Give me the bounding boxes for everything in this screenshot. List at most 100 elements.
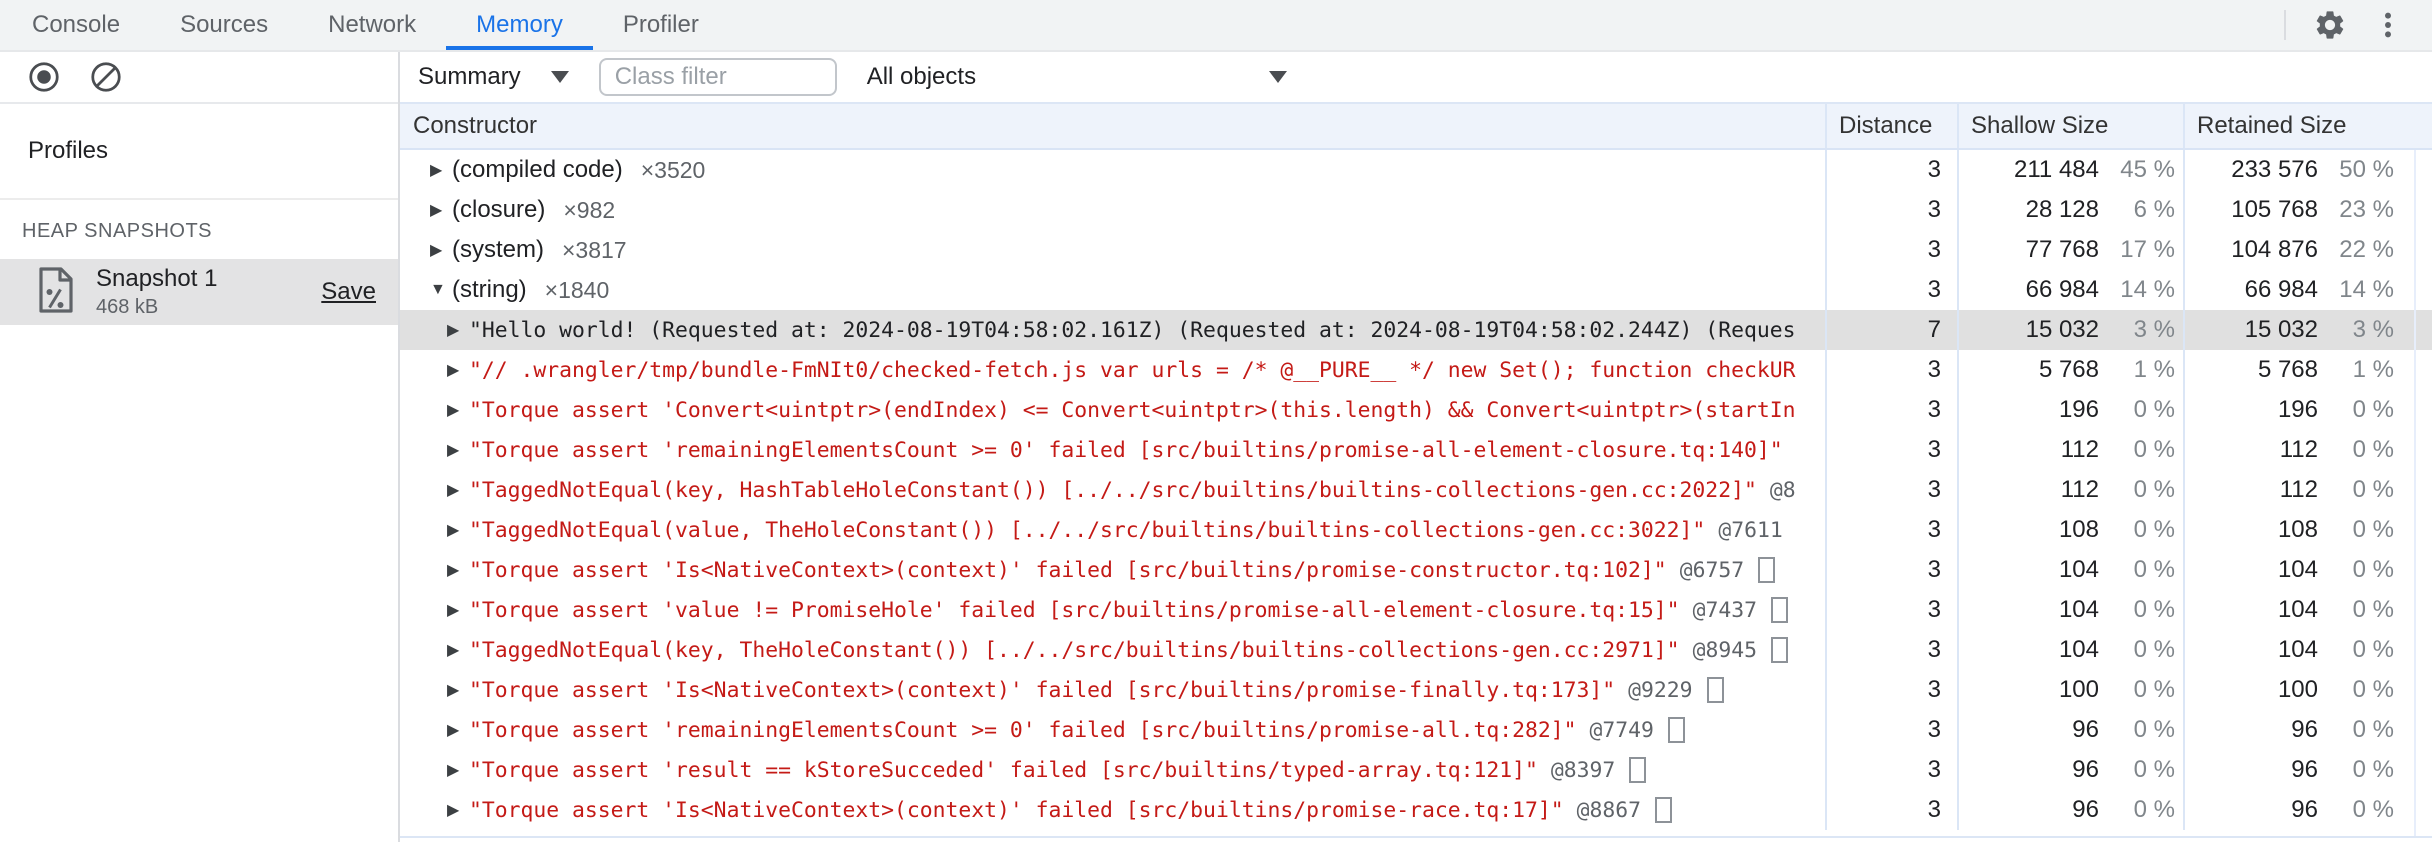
- disclosure-collapsed-icon[interactable]: ▶: [430, 240, 452, 260]
- size-percent: 3 %: [2133, 316, 2175, 343]
- tab-memory[interactable]: Memory: [446, 0, 593, 50]
- size-value: 66 984: [2244, 276, 2318, 303]
- size-percent: 0 %: [2352, 636, 2394, 663]
- perspective-select[interactable]: Summary: [418, 63, 569, 91]
- disclosure-collapsed-icon[interactable]: ▶: [447, 680, 469, 700]
- size-percent: 0 %: [2133, 476, 2175, 503]
- constructor-cell: ▶ (closure) ×982: [400, 190, 1825, 230]
- shallow-size-cell: 96 0 %: [1957, 790, 2183, 830]
- column-header-distance[interactable]: Distance: [1825, 104, 1957, 148]
- table-row[interactable]: ▶ "Torque assert 'Is<NativeContext>(conte…: [400, 550, 2432, 590]
- constructor-group-name: (system): [452, 236, 544, 263]
- string-value: "// .wrangler/tmp/bundle-FmNIt0/checked-…: [469, 357, 1796, 383]
- constructor-cell: ▶ "Torque assert 'Is<NativeContext>(conte…: [400, 550, 1825, 590]
- size-percent: 17 %: [2120, 236, 2175, 263]
- tab-profiler[interactable]: Profiler: [593, 0, 729, 50]
- table-row[interactable]: ▶ "// .wrangler/tmp/bundle-FmNIt0/checked…: [400, 350, 2432, 390]
- size-percent: 23 %: [2339, 196, 2394, 223]
- sidebar-toolbar: [0, 52, 398, 104]
- column-header-shallow-size[interactable]: Shallow Size: [1957, 104, 2183, 148]
- table-row[interactable]: ▶ "Torque assert 'Is<NativeContext>(conte…: [400, 790, 2432, 830]
- size-percent: 0 %: [2352, 516, 2394, 543]
- table-row[interactable]: ▶ (compiled code) ×3520 3 211 484 45 % 233 576…: [400, 150, 2432, 190]
- table-row[interactable]: ▶ "TaggedNotEqual(value, TheHoleConstant(…: [400, 510, 2432, 550]
- tab-network[interactable]: Network: [298, 0, 446, 50]
- column-header-retained-size[interactable]: Retained Size: [2183, 104, 2432, 148]
- size-value: 100: [2277, 676, 2318, 703]
- size-percent: 0 %: [2352, 396, 2394, 423]
- disclosure-collapsed-icon[interactable]: ▶: [447, 480, 469, 500]
- disclosure-collapsed-icon[interactable]: ▶: [447, 720, 469, 740]
- shallow-size-cell: 28 128 6 %: [1957, 190, 2183, 230]
- disclosure-collapsed-icon[interactable]: ▶: [447, 520, 469, 540]
- disclosure-collapsed-icon[interactable]: ▶: [447, 800, 469, 820]
- object-id: @8: [1769, 477, 1796, 503]
- table-row[interactable]: ▶ "Torque assert 'result == kStoreSuccede…: [400, 750, 2432, 790]
- instance-count: ×3520: [640, 156, 706, 183]
- object-id: @9229: [1628, 677, 1693, 703]
- size-value: 211 484: [2014, 156, 2099, 183]
- shallow-size-cell: 96 0 %: [1957, 710, 2183, 750]
- disclosure-expanded-icon[interactable]: ▼: [430, 281, 452, 299]
- table-row[interactable]: ▶ (closure) ×982 3 28 128 6 % 105 768 23 %: [400, 190, 2432, 230]
- constructor-group-name: (string): [452, 276, 527, 303]
- disclosure-collapsed-icon[interactable]: ▶: [430, 200, 452, 220]
- constructor-cell: ▶ "Torque assert 'Is<NativeContext>(conte…: [400, 790, 1825, 830]
- disclosure-collapsed-icon[interactable]: ▶: [447, 400, 469, 420]
- size-value: 96: [2072, 796, 2099, 823]
- table-row[interactable]: ▶ "TaggedNotEqual(key, TheHoleConstant())…: [400, 630, 2432, 670]
- gear-icon[interactable]: [2312, 7, 2348, 43]
- table-row[interactable]: ▶ "Hello world! (Requested at: 2024-08-19…: [400, 310, 2432, 350]
- string-value: "TaggedNotEqual(key, HashTableHoleConsta…: [469, 477, 1757, 503]
- table-row[interactable]: ▶ "Torque assert 'value != PromiseHole' f…: [400, 590, 2432, 630]
- heap-snapshot-view: Summary All objects ConstructorDistanceS…: [400, 52, 2432, 842]
- tab-sources[interactable]: Sources: [150, 0, 298, 50]
- panel-tabs: Console Sources Network Memory Profiler: [2, 0, 729, 50]
- size-value: 104: [2277, 636, 2318, 663]
- string-value: "Torque assert 'value != PromiseHole' fa…: [469, 597, 1680, 623]
- table-row[interactable]: ▶ "Torque assert 'Convert<uintptr>(endInd…: [400, 390, 2432, 430]
- toolbar-divider: [2284, 10, 2286, 40]
- distance-cell: 3: [1825, 670, 1957, 710]
- snapshot-list-item[interactable]: Snapshot 1 468 kB Save: [0, 259, 398, 325]
- tab-console[interactable]: Console: [2, 0, 150, 50]
- constructor-cell: ▶ "Torque assert 'Convert<uintptr>(endInd…: [400, 390, 1825, 430]
- retained-size-cell: 96 0 %: [2183, 710, 2432, 750]
- kebab-menu-icon[interactable]: [2370, 7, 2406, 43]
- distance-cell: 3: [1825, 150, 1957, 190]
- disclosure-collapsed-icon[interactable]: ▶: [447, 560, 469, 580]
- shallow-size-cell: 96 0 %: [1957, 750, 2183, 790]
- save-snapshot-link[interactable]: Save: [321, 278, 376, 306]
- retained-size-cell: 112 0 %: [2183, 430, 2432, 470]
- record-heap-snapshot-icon[interactable]: [26, 59, 62, 95]
- table-row[interactable]: ▶ (system) ×3817 3 77 768 17 % 104 876 22 %: [400, 230, 2432, 270]
- disclosure-collapsed-icon[interactable]: ▶: [430, 160, 452, 180]
- panel-content: Profiles HEAP SNAPSHOTS Snapshot 1 468 k…: [0, 52, 2432, 842]
- missing-glyph-box: [1706, 677, 1724, 703]
- disclosure-collapsed-icon[interactable]: ▶: [447, 320, 469, 340]
- constructor-cell: ▶ "Hello world! (Requested at: 2024-08-19…: [400, 310, 1825, 350]
- disclosure-collapsed-icon[interactable]: ▶: [447, 360, 469, 380]
- disclosure-collapsed-icon[interactable]: ▶: [447, 440, 469, 460]
- size-value: 108: [2058, 516, 2099, 543]
- table-row[interactable]: ▶ "Torque assert 'remainingElementsCount …: [400, 710, 2432, 750]
- size-value: 5 768: [2257, 356, 2318, 383]
- class-filter-input[interactable]: [598, 58, 837, 96]
- disclosure-collapsed-icon[interactable]: ▶: [447, 600, 469, 620]
- distance-cell: 3: [1825, 750, 1957, 790]
- size-value: 28 128: [2025, 196, 2099, 223]
- constructor-cell: ▼ (string) ×1840: [400, 270, 1825, 310]
- constructor-cell: ▶ (compiled code) ×3520: [400, 150, 1825, 190]
- objects-scope-select[interactable]: All objects: [867, 63, 1287, 91]
- table-row[interactable]: ▼ (string) ×1840 3 66 984 14 % 66 984 14 %: [400, 270, 2432, 310]
- disclosure-collapsed-icon[interactable]: ▶: [447, 640, 469, 660]
- column-header-constructor[interactable]: Constructor: [400, 104, 1825, 148]
- clear-profiles-icon[interactable]: [88, 59, 124, 95]
- missing-glyph-box: [1758, 557, 1776, 583]
- disclosure-collapsed-icon[interactable]: ▶: [447, 760, 469, 780]
- table-row[interactable]: ▶ "Torque assert 'remainingElementsCount …: [400, 430, 2432, 470]
- size-value: 15 032: [2244, 316, 2318, 343]
- table-row[interactable]: ▶ "Torque assert 'Is<NativeContext>(conte…: [400, 670, 2432, 710]
- table-row[interactable]: ▶ "TaggedNotEqual(key, HashTableHoleConst…: [400, 470, 2432, 510]
- size-value: 233 576: [2231, 156, 2318, 183]
